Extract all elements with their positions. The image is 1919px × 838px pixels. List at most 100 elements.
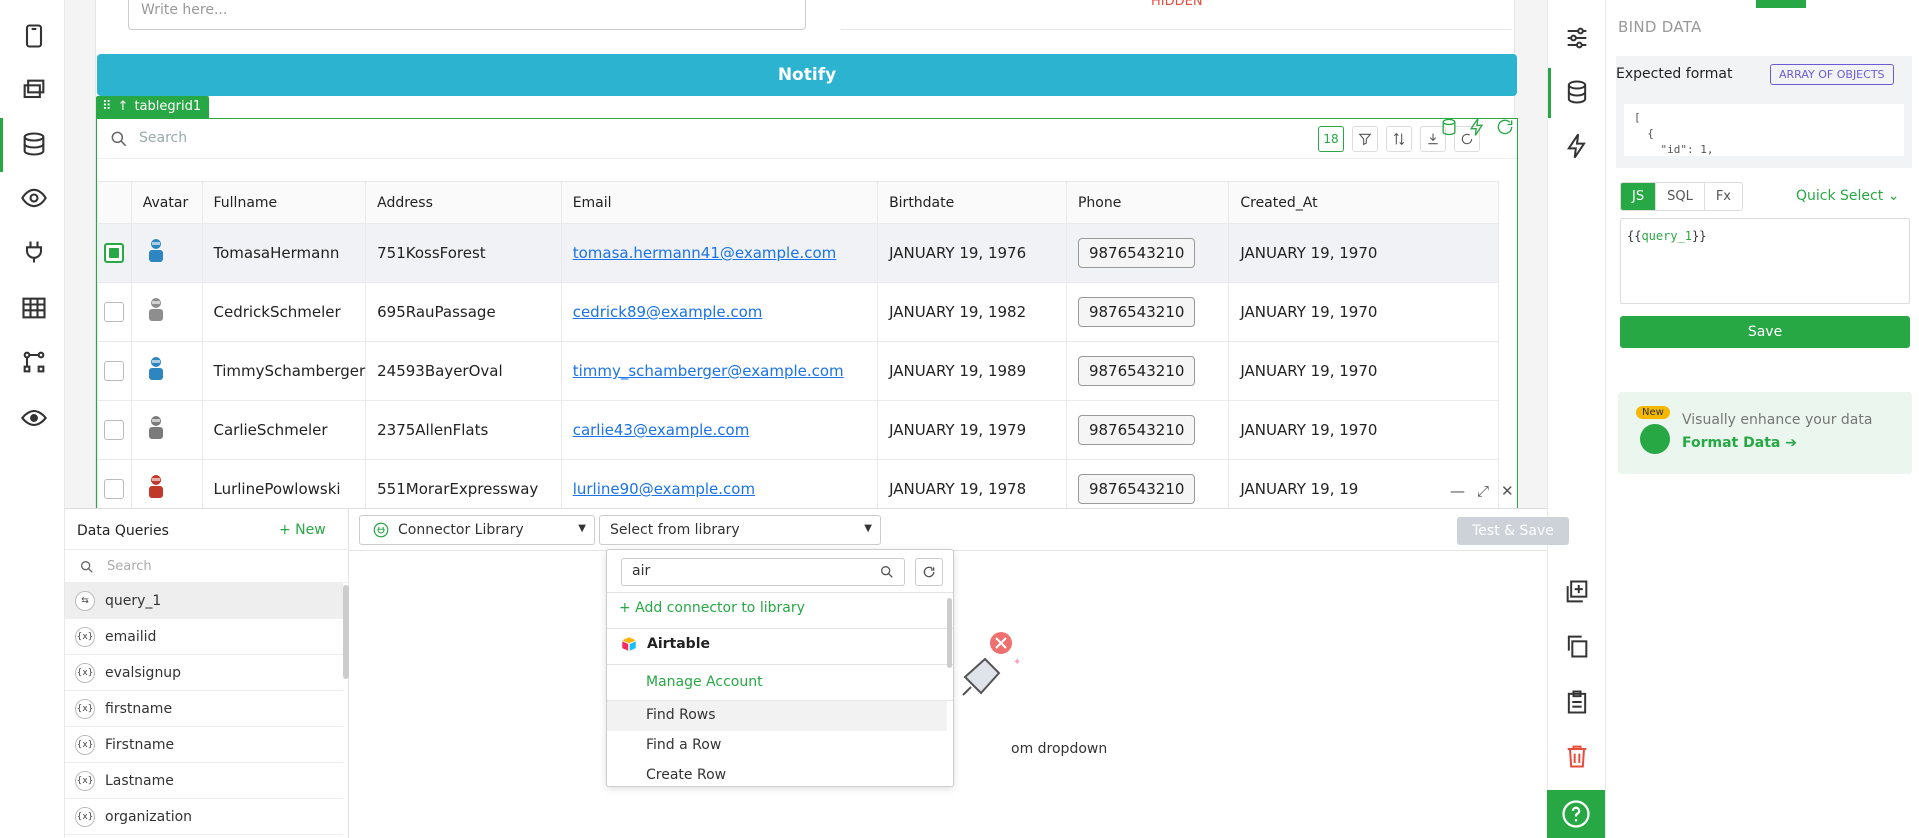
query-list-item[interactable]: {x} evalsignup: [65, 655, 343, 691]
query-search: Search: [65, 549, 349, 583]
query-list-item[interactable]: {x} emailid: [65, 619, 343, 655]
plug-icon[interactable]: [18, 236, 50, 268]
panel-top-accent: [1756, 0, 1806, 8]
phone-button[interactable]: 9876543210: [1077, 238, 1196, 268]
column-header-phone[interactable]: Phone: [1065, 181, 1230, 224]
email-link[interactable]: tomasa.hermann41@example.com: [573, 244, 837, 262]
paste-icon[interactable]: [1563, 688, 1593, 718]
quick-select-dropdown[interactable]: Quick Select ⌄: [1796, 188, 1899, 204]
eye-icon[interactable]: [18, 402, 50, 434]
email-link[interactable]: carlie43@example.com: [573, 421, 750, 439]
option-find-a-row[interactable]: Find a Row: [607, 731, 947, 761]
bolt-icon[interactable]: [1563, 132, 1593, 162]
row-select-cell[interactable]: [97, 282, 132, 342]
table-grid: Search 18 Avatar Fullname Address Email …: [96, 118, 1518, 510]
table-row[interactable]: TomasaHermann 751KossForest tomasa.hermann…: [97, 223, 1499, 283]
tablegrid-tag[interactable]: ⠿ ↑ tablegrid1: [96, 96, 210, 118]
refresh-button[interactable]: [915, 558, 943, 586]
row-checkbox[interactable]: [104, 302, 125, 322]
library-select[interactable]: Select from library ▼: [599, 515, 881, 545]
row-checkbox[interactable]: [104, 420, 125, 440]
text-area-input[interactable]: Write here...: [128, 0, 806, 30]
action-bolt-icon[interactable]: [1467, 118, 1487, 137]
query-list-item[interactable]: ⇆ query_1: [65, 583, 343, 619]
connector-library-select[interactable]: Connector Library ▼: [359, 515, 595, 545]
query-list-item[interactable]: {x} Lastname: [65, 763, 343, 799]
column-header-email[interactable]: Email: [560, 181, 879, 224]
phone-button[interactable]: 9876543210: [1077, 415, 1196, 445]
new-query-button[interactable]: + New: [279, 522, 326, 538]
format-data-link[interactable]: Format Data ➔: [1682, 435, 1797, 451]
query-list-scrollbar[interactable]: [343, 585, 349, 679]
email-link[interactable]: cedrick89@example.com: [573, 303, 763, 321]
device-icon[interactable]: [18, 20, 50, 52]
manage-account-link[interactable]: Manage Account: [646, 674, 763, 690]
tab-fx[interactable]: Fx: [1705, 183, 1742, 210]
tab-sql[interactable]: SQL: [1656, 183, 1705, 210]
filter-icon[interactable]: [1352, 126, 1378, 152]
column-header-address[interactable]: Address: [365, 181, 562, 224]
trash-icon[interactable]: [1563, 742, 1593, 772]
format-badge: ARRAY OF OBJECTS: [1770, 64, 1894, 85]
column-header-created-at[interactable]: Created_At: [1228, 181, 1499, 224]
phone-button[interactable]: 9876543210: [1077, 474, 1196, 504]
bind-data-title: BIND DATA: [1618, 18, 1702, 36]
email-link[interactable]: lurline90@example.com: [573, 480, 755, 498]
preview-icon[interactable]: [18, 182, 50, 214]
drag-handle-icon[interactable]: ⠿: [102, 96, 112, 118]
datasource-icon[interactable]: [1439, 118, 1459, 137]
query-list-item[interactable]: {x} organization: [65, 799, 343, 835]
column-header-birthdate[interactable]: Birthdate: [877, 181, 1067, 224]
grid-search-input[interactable]: Search: [139, 130, 187, 146]
add-connector-link[interactable]: + Add connector to library: [619, 600, 805, 616]
reload-icon[interactable]: [1495, 118, 1515, 137]
table-row[interactable]: CarlieSchmeler 2375AllenFlats carlie43@exa…: [97, 400, 1499, 460]
row-checkbox[interactable]: [104, 361, 125, 381]
library-select-label: Select from library: [610, 522, 740, 538]
workflow-icon[interactable]: [18, 346, 50, 378]
minimize-icon[interactable]: —: [1450, 482, 1465, 500]
row-checkbox[interactable]: [104, 479, 125, 499]
select-column-header: [97, 181, 132, 224]
table-row[interactable]: CedrickSchmeler 695RauPassage cedrick89@ex…: [97, 282, 1499, 342]
phone-button[interactable]: 9876543210: [1077, 297, 1196, 327]
chevron-down-icon: ⌄: [1887, 188, 1900, 204]
row-checkbox[interactable]: [104, 243, 125, 263]
database-icon[interactable]: [18, 128, 50, 160]
notify-button[interactable]: Notify: [97, 54, 1517, 96]
row-select-cell[interactable]: [97, 400, 132, 460]
row-select-cell[interactable]: [97, 223, 132, 283]
binding-code-editor[interactable]: {{query_1}}: [1620, 218, 1910, 304]
query-search-input[interactable]: Search: [107, 559, 152, 574]
library-search-input[interactable]: air: [621, 558, 905, 586]
query-list-item[interactable]: {x} Firstname: [65, 727, 343, 763]
test-and-save-button[interactable]: Test & Save: [1457, 517, 1569, 545]
email-link[interactable]: timmy_schamberger@example.com: [573, 362, 844, 380]
row-select-cell[interactable]: [97, 341, 132, 401]
table-row[interactable]: TimmySchamberger 24593BayerOval timmy_scha…: [97, 341, 1499, 401]
phone-button[interactable]: 9876543210: [1077, 356, 1196, 386]
tab-js[interactable]: JS: [1621, 183, 1657, 210]
option-find-rows[interactable]: Find Rows: [607, 701, 947, 731]
expand-icon[interactable]: ⤢: [1477, 482, 1489, 500]
close-icon[interactable]: ✕: [1501, 482, 1514, 500]
table-row[interactable]: LurlinePowlowski 551MorarExpressway lurlin…: [97, 459, 1499, 509]
column-header-avatar[interactable]: Avatar: [130, 181, 203, 224]
option-create-row[interactable]: Create Row: [607, 761, 947, 786]
settings-sliders-icon[interactable]: [1563, 24, 1593, 54]
bind-data-icon[interactable]: [1563, 78, 1593, 108]
row-select-cell[interactable]: [97, 459, 132, 509]
query-list-item[interactable]: {x} firstname: [65, 691, 343, 727]
dropdown-scrollbar[interactable]: [947, 598, 952, 668]
help-button[interactable]: [1547, 790, 1605, 838]
empty-state-text: om dropdown: [1011, 741, 1108, 757]
column-header-fullname[interactable]: Fullname: [201, 181, 367, 224]
save-button[interactable]: Save: [1620, 316, 1910, 348]
grid-search-bar: Search 18: [97, 119, 1517, 159]
copy-icon[interactable]: [1563, 632, 1593, 662]
add-widget-icon[interactable]: [1563, 578, 1593, 608]
sort-icon[interactable]: [1386, 126, 1412, 152]
phone-cell: 9876543210: [1065, 223, 1230, 283]
layers-icon[interactable]: [18, 74, 50, 106]
table-icon[interactable]: [18, 292, 50, 324]
